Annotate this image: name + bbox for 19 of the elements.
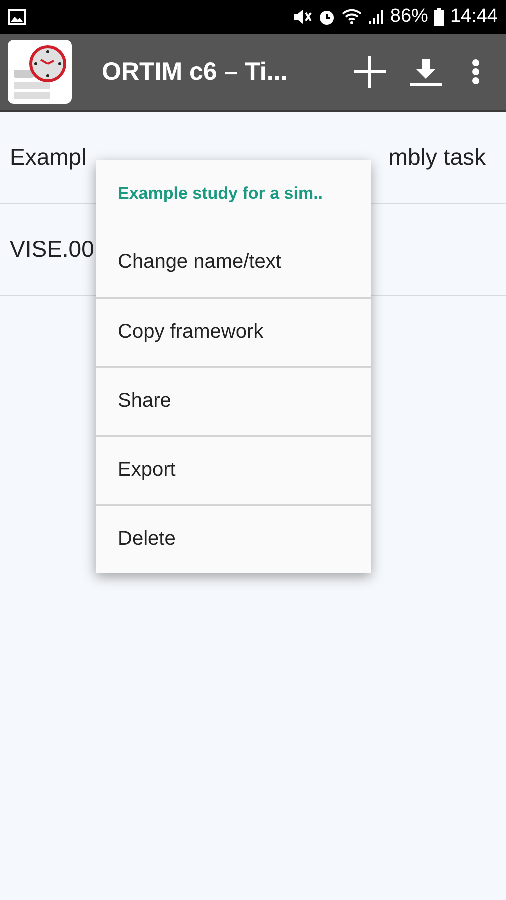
app-logo-icon — [8, 40, 72, 104]
menu-item[interactable]: Copy framework — [96, 297, 371, 366]
image-icon — [8, 9, 26, 25]
menu-item[interactable]: Delete — [96, 504, 371, 573]
mute-icon — [292, 8, 312, 26]
list-item-text[interactable]: Exampl — [10, 144, 87, 171]
menu-item[interactable]: Change name/text — [96, 228, 371, 297]
app-title: ORTIM c6 – Ti... — [102, 58, 289, 86]
battery-percent: 86% — [390, 6, 428, 28]
signal-icon — [368, 9, 384, 25]
alarm-icon — [318, 8, 336, 26]
menu-title: Example study for a sim.. — [117, 183, 324, 205]
wifi-icon — [342, 9, 362, 25]
list-item-text[interactable]: VISE.00 — [10, 236, 94, 263]
list-item-text[interactable]: mbly task — [388, 144, 486, 171]
menu-item[interactable]: Export — [96, 435, 371, 504]
battery-icon — [434, 8, 444, 26]
clock-time: 14:44 — [450, 6, 498, 28]
menu-item[interactable]: Share — [96, 366, 371, 435]
